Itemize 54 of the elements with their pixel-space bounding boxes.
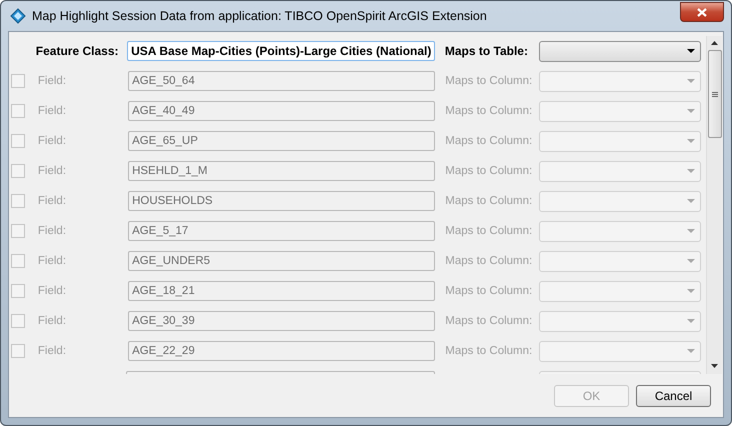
- column-dropdown[interactable]: [539, 220, 701, 242]
- field-label: Field:: [38, 165, 68, 177]
- caret-icon: [687, 199, 695, 203]
- table-dropdown[interactable]: [539, 40, 701, 62]
- column-dropdown[interactable]: [539, 250, 701, 272]
- caret-icon: [687, 289, 695, 293]
- column-label: Maps to Column:: [445, 135, 534, 147]
- cancel-button[interactable]: Cancel: [636, 384, 711, 406]
- column-label: Maps to Column:: [445, 225, 534, 237]
- grip-icon: [712, 92, 718, 96]
- window-title: Map Highlight Session Data from application: TIBCO OpenSpirit ArcGIS Extension: [32, 9, 487, 23]
- column-dropdown[interactable]: [539, 310, 701, 332]
- close-icon: [697, 8, 707, 16]
- app-icon: [10, 8, 26, 24]
- caret-icon: [687, 259, 695, 263]
- column-dropdown[interactable]: [539, 160, 701, 182]
- feature-class-label: Feature Class:: [36, 44, 120, 58]
- scroll-up-icon[interactable]: [711, 41, 718, 45]
- column-label: Maps to Column:: [445, 345, 534, 357]
- table-label: Maps to Table:: [444, 44, 529, 58]
- field-label: Field:: [38, 315, 68, 327]
- field-label: Field:: [38, 135, 68, 147]
- field-label: Field:: [38, 105, 68, 117]
- field-label: Field:: [38, 285, 68, 297]
- column-label: Maps to Column:: [445, 105, 534, 117]
- caret-icon: [687, 139, 695, 143]
- field-label: Field:: [38, 225, 68, 237]
- close-button[interactable]: [680, 2, 724, 22]
- field-label: Field:: [38, 75, 68, 87]
- field-label: Field:: [38, 345, 68, 357]
- caret-icon: [687, 229, 695, 233]
- column-label: Maps to Column:: [445, 255, 534, 267]
- field-label: Field:: [38, 195, 68, 207]
- column-dropdown[interactable]: [539, 280, 701, 302]
- caret-icon: [687, 169, 695, 173]
- column-dropdown[interactable]: [539, 130, 701, 152]
- column-label: Maps to Column:: [445, 315, 534, 327]
- column-label: Maps to Column:: [445, 285, 534, 297]
- feature-class-field[interactable]: USA Base Map-Cities (Points)-Large Cities (National): [127, 41, 435, 61]
- caret-icon: [687, 349, 695, 353]
- column-label: Maps to Column:: [445, 75, 534, 87]
- field-label: Field:: [38, 255, 68, 267]
- column-label: Maps to Column:: [445, 165, 534, 177]
- column-dropdown[interactable]: [539, 190, 701, 212]
- caret-icon: [686, 49, 695, 53]
- scroll-down-icon[interactable]: [711, 364, 718, 368]
- column-dropdown[interactable]: [539, 340, 701, 362]
- column-label: Maps to Column:: [445, 195, 534, 207]
- caret-icon: [687, 319, 695, 323]
- column-dropdown[interactable]: [539, 100, 701, 122]
- column-dropdown[interactable]: [539, 70, 701, 92]
- caret-icon: [687, 109, 695, 113]
- scrollbar[interactable]: [706, 36, 722, 374]
- caret-icon: [687, 79, 695, 83]
